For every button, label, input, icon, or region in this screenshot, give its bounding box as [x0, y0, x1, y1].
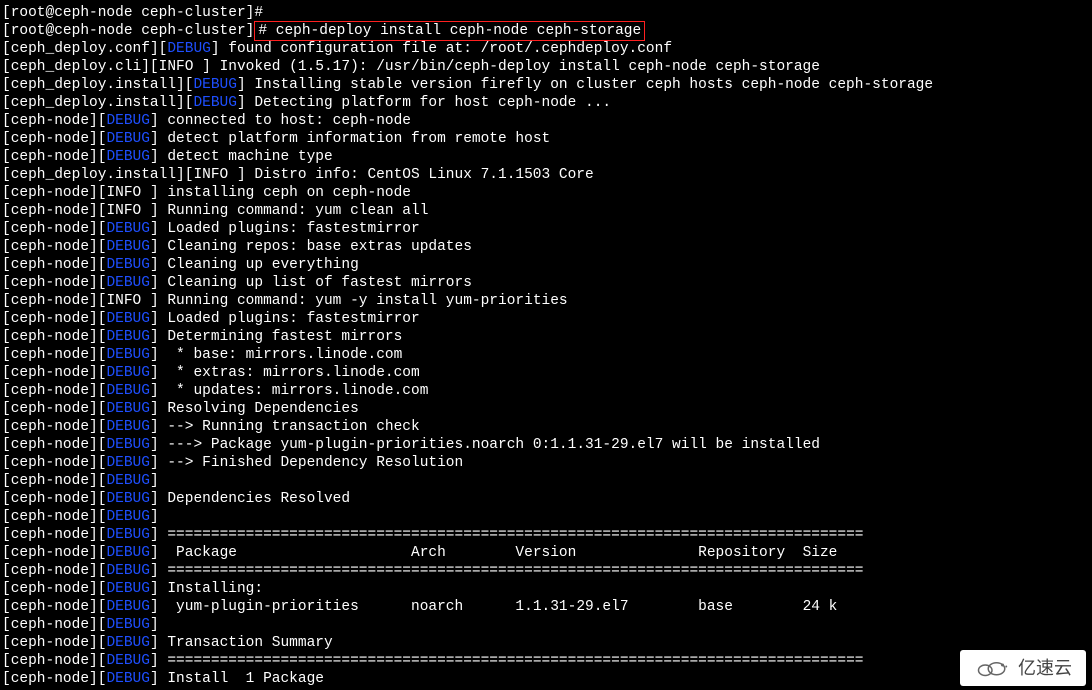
terminal-line: [ceph-node][DEBUG] Loaded plugins: faste… [2, 310, 1090, 328]
terminal-line: [ceph-node][DEBUG] Resolving Dependencie… [2, 400, 1090, 418]
terminal-line: [ceph-node][DEBUG] [2, 616, 1090, 634]
watermark-badge: 亿速云 [960, 650, 1086, 686]
terminal-line: [ceph-node][DEBUG] =====================… [2, 652, 1090, 670]
terminal-line: [ceph-node][DEBUG] =====================… [2, 526, 1090, 544]
terminal-line: [ceph_deploy.install][INFO ] Distro info… [2, 166, 1090, 184]
terminal-line: [ceph-node][INFO ] Running command: yum … [2, 292, 1090, 310]
terminal-line: [ceph-node][DEBUG] =====================… [2, 562, 1090, 580]
terminal-line: [ceph-node][DEBUG] [2, 472, 1090, 490]
terminal-line: [ceph_deploy.conf][DEBUG] found configur… [2, 40, 1090, 58]
terminal-line: [ceph-node][DEBUG] detect machine type [2, 148, 1090, 166]
terminal-line: [ceph-node][DEBUG] Cleaning up everythin… [2, 256, 1090, 274]
terminal-line: [ceph-node][DEBUG] Cleaning up list of f… [2, 274, 1090, 292]
watermark-text: 亿速云 [1018, 659, 1072, 677]
terminal-line: [ceph-node][DEBUG] Determining fastest m… [2, 328, 1090, 346]
terminal-line: [ceph-node][DEBUG] Cleaning repos: base … [2, 238, 1090, 256]
terminal-line: [ceph-node][DEBUG] * base: mirrors.linod… [2, 346, 1090, 364]
terminal-line: [ceph-node][DEBUG] Package Arch Version … [2, 544, 1090, 562]
terminal-line: [ceph-node][DEBUG] Dependencies Resolved [2, 490, 1090, 508]
terminal-output: [root@ceph-node ceph-cluster]# [root@cep… [0, 0, 1092, 690]
terminal-line: [root@ceph-node ceph-cluster]# [2, 4, 1090, 22]
terminal-line: [ceph-node][DEBUG] --> Running transacti… [2, 418, 1090, 436]
terminal-line: [ceph-node][DEBUG] Install 1 Package [2, 670, 1090, 688]
terminal-line: [ceph-node][DEBUG] detect platform infor… [2, 130, 1090, 148]
highlighted-command: # ceph-deploy install ceph-node ceph-sto… [254, 21, 645, 41]
terminal-line: [ceph_deploy.install][DEBUG] Installing … [2, 76, 1090, 94]
terminal-line: [ceph-node][INFO ] Running command: yum … [2, 202, 1090, 220]
terminal-line: [ceph-node][DEBUG] yum-plugin-priorities… [2, 598, 1090, 616]
cloud-icon [974, 658, 1010, 678]
terminal-line: [ceph-node][DEBUG] Transaction Summary [2, 634, 1090, 652]
terminal-line: [ceph-node][DEBUG] * extras: mirrors.lin… [2, 364, 1090, 382]
terminal-line: [ceph-node][DEBUG] connected to host: ce… [2, 112, 1090, 130]
terminal-line: [ceph-node][DEBUG] Loaded plugins: faste… [2, 220, 1090, 238]
terminal-line: [ceph-node][DEBUG] ---> Package yum-plug… [2, 436, 1090, 454]
terminal-line: [ceph-node][INFO ] installing ceph on ce… [2, 184, 1090, 202]
terminal-line: [ceph_deploy.cli][INFO ] Invoked (1.5.17… [2, 58, 1090, 76]
terminal-line: [root@ceph-node ceph-cluster]# ceph-depl… [2, 22, 1090, 40]
terminal-line: [ceph-node][DEBUG] --> Finished Dependen… [2, 454, 1090, 472]
terminal-line: [ceph-node][DEBUG] [2, 508, 1090, 526]
terminal-line: [ceph-node][DEBUG] Installing: [2, 580, 1090, 598]
terminal-line: [ceph-node][DEBUG] * updates: mirrors.li… [2, 382, 1090, 400]
terminal-line: [ceph_deploy.install][DEBUG] Detecting p… [2, 94, 1090, 112]
